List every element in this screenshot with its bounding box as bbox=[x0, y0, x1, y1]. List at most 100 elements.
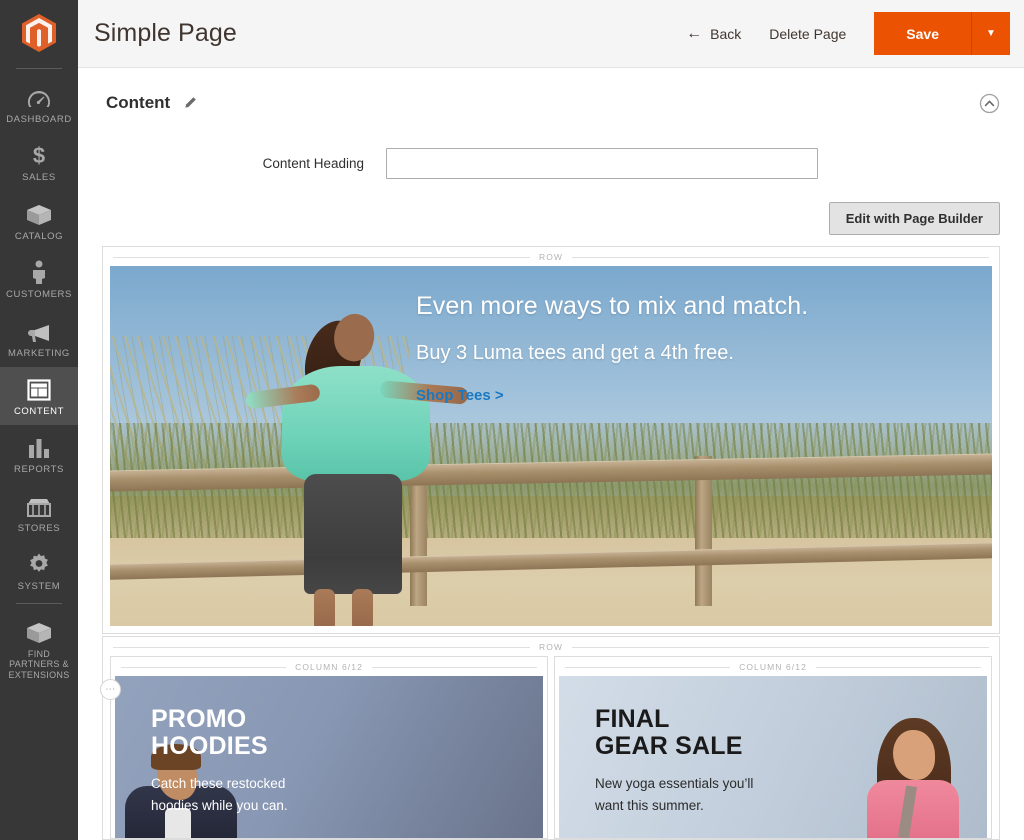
save-dropdown-button[interactable]: ▼ bbox=[972, 12, 1010, 55]
sidebar-item-label: Content bbox=[13, 405, 65, 417]
header-actions: ← Back Delete Page Save ▼ bbox=[672, 12, 1010, 55]
magento-logo-icon bbox=[22, 14, 56, 52]
hero-heading: Even more ways to mix and match. bbox=[416, 292, 809, 320]
save-split-button: Save ▼ bbox=[874, 12, 1010, 55]
column-right[interactable]: Column 6/12 FI bbox=[554, 656, 992, 839]
storefront-icon bbox=[24, 493, 54, 518]
column-left-label-band: Column 6/12 bbox=[111, 657, 547, 676]
megaphone-icon bbox=[24, 318, 54, 343]
sidebar-item-stores[interactable]: Stores bbox=[0, 484, 78, 542]
column-right-label-band: Column 6/12 bbox=[555, 657, 991, 676]
sidebar-item-dashboard[interactable]: Dashboard bbox=[0, 75, 78, 133]
promo-female-model bbox=[845, 692, 965, 838]
row-1-label-band: Row bbox=[103, 247, 999, 266]
edit-with-page-builder-button[interactable]: Edit with Page Builder bbox=[828, 202, 1000, 235]
sidebar-item-label: Dashboard bbox=[6, 114, 72, 125]
collapse-section-button[interactable] bbox=[976, 90, 1002, 116]
column-right-label: Column 6/12 bbox=[730, 661, 816, 672]
sidebar-item-label: Marketing bbox=[8, 347, 70, 359]
sidebar-item-label: Customers bbox=[6, 289, 72, 301]
back-button[interactable]: ← Back bbox=[672, 18, 755, 50]
model-legs bbox=[304, 474, 402, 594]
promo-right-copy: FINAL GEAR SALE New yoga essentials you’… bbox=[595, 706, 753, 815]
sidebar-item-customers[interactable]: Customers bbox=[0, 250, 78, 308]
content-heading-field-row: Content Heading bbox=[78, 148, 1024, 179]
column-left[interactable]: ⋯ Column 6/12 bbox=[100, 656, 548, 839]
magento-logo[interactable] bbox=[0, 0, 78, 66]
delete-page-button[interactable]: Delete Page bbox=[755, 18, 860, 50]
content-section-header: Content bbox=[78, 68, 1024, 116]
delete-page-label: Delete Page bbox=[769, 25, 847, 42]
admin-sidebar: Dashboard $ Sales Catalog Customers Mark… bbox=[0, 0, 78, 840]
gear-icon bbox=[24, 551, 54, 576]
pencil-icon bbox=[185, 97, 197, 108]
promo-right-heading-line1: FINAL bbox=[595, 705, 670, 733]
column-left-label: Column 6/12 bbox=[286, 661, 372, 672]
save-button[interactable]: Save bbox=[874, 12, 972, 55]
sidebar-item-label: Stores bbox=[17, 522, 61, 534]
chevron-down-icon: ▼ bbox=[986, 27, 996, 39]
promo-right-heading-line2: GEAR SALE bbox=[595, 732, 743, 760]
row-1-label: Row bbox=[529, 251, 573, 262]
model-left-shin bbox=[314, 589, 335, 626]
column-right-body: FINAL GEAR SALE New yoga essentials you’… bbox=[555, 676, 991, 838]
sidebar-item-catalog[interactable]: Catalog bbox=[0, 192, 78, 250]
layout-window-icon bbox=[24, 376, 54, 401]
page-header: Simple Page ← Back Delete Page Save ▼ bbox=[78, 0, 1024, 68]
model-right-shin bbox=[352, 589, 373, 626]
sidebar-item-label: System bbox=[17, 581, 61, 593]
row-1-body: Even more ways to mix and match. Buy 3 L… bbox=[103, 266, 999, 633]
female-model-head bbox=[893, 730, 935, 780]
dollar-sign-icon: $ bbox=[24, 142, 54, 167]
bar-chart-icon bbox=[24, 434, 54, 459]
edit-title-button[interactable] bbox=[181, 94, 199, 112]
promo-left-heading-line1: PROMO bbox=[151, 705, 247, 733]
final-gear-sale-banner[interactable]: FINAL GEAR SALE New yoga essentials you’… bbox=[559, 676, 987, 838]
box-icon bbox=[24, 201, 54, 226]
svg-text:$: $ bbox=[33, 143, 45, 167]
promo-left-copy: PROMO HOODIES Catch these restocked hood… bbox=[151, 706, 288, 815]
sidebar-item-marketing[interactable]: Marketing bbox=[0, 309, 78, 367]
hero-banner[interactable]: Even more ways to mix and match. Buy 3 L… bbox=[110, 266, 992, 626]
chevron-up-circle-icon bbox=[979, 93, 999, 113]
person-icon bbox=[24, 259, 54, 285]
column-left-body: PROMO HOODIES Catch these restocked hood… bbox=[111, 676, 547, 838]
sidebar-item-label: Find Partners & Extensions bbox=[8, 648, 70, 681]
content-section-title: Content bbox=[106, 93, 171, 112]
hero-copy-block: Even more ways to mix and match. Buy 3 L… bbox=[416, 292, 808, 405]
promo-right-sub-line2: want this summer. bbox=[595, 797, 704, 813]
promo-left-sub-line1: Catch these restocked bbox=[151, 776, 286, 791]
sidebar-item-sales[interactable]: $ Sales bbox=[0, 133, 78, 191]
content-heading-label: Content Heading bbox=[262, 156, 364, 171]
hero-cta-link[interactable]: Shop Tees > bbox=[416, 387, 504, 404]
row-2-columns: ⋯ Column 6/12 bbox=[100, 656, 999, 839]
sidebar-item-label: Sales bbox=[22, 172, 56, 184]
admin-page: Dashboard $ Sales Catalog Customers Mark… bbox=[0, 0, 1024, 840]
box-open-icon bbox=[24, 619, 54, 644]
main-content: Simple Page ← Back Delete Page Save ▼ Co… bbox=[78, 0, 1024, 840]
pagebuilder-row-2[interactable]: Row ⋯ Column 6/12 bbox=[100, 636, 1000, 840]
sidebar-item-content[interactable]: Content bbox=[0, 366, 78, 426]
sidebar-item-system[interactable]: System bbox=[0, 542, 78, 600]
sidebar-item-find-partners-extensions[interactable]: Find Partners & Extensions bbox=[0, 610, 78, 689]
dashboard-gauge-icon bbox=[24, 84, 54, 109]
promo-right-sub-line1: New yoga essentials you’ll bbox=[595, 776, 754, 791]
drag-dots-icon: ⋯ bbox=[105, 683, 116, 695]
promo-hoodies-banner[interactable]: PROMO HOODIES Catch these restocked hood… bbox=[115, 676, 543, 838]
hero-subheading: Buy 3 Luma tees and get a 4th free. bbox=[416, 342, 734, 364]
promo-left-heading-line2: HOODIES bbox=[151, 732, 268, 760]
column-drag-handle[interactable]: ⋯ bbox=[100, 679, 121, 700]
back-button-label: Back bbox=[710, 25, 742, 42]
row-2-label: Row bbox=[529, 641, 573, 652]
sidebar-item-label: Reports bbox=[14, 464, 64, 476]
content-heading-input[interactable] bbox=[386, 148, 818, 179]
row-2-label-band: Row bbox=[103, 637, 999, 656]
pagebuilder-row-1[interactable]: Row bbox=[102, 246, 1000, 634]
page-builder-button-row: Edit with Page Builder bbox=[78, 179, 1024, 235]
arrow-left-icon: ← bbox=[686, 24, 703, 42]
sidebar-item-reports[interactable]: Reports bbox=[0, 425, 78, 483]
sidebar-divider-top bbox=[16, 68, 62, 69]
sidebar-divider-bottom bbox=[16, 602, 62, 604]
promo-left-sub-line2: hoodies while you can. bbox=[151, 797, 288, 813]
sidebar-item-label: Catalog bbox=[14, 230, 64, 242]
